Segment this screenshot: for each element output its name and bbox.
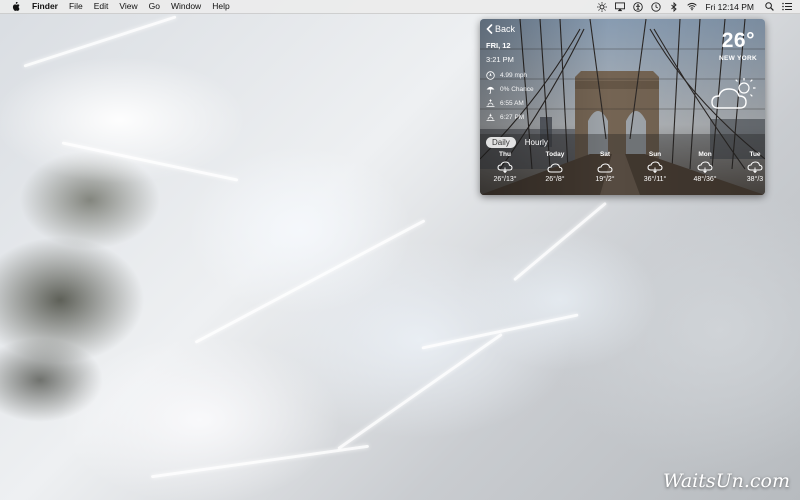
forecast-day: Thu 26°/13°	[480, 151, 530, 193]
sun-weather-icon[interactable]	[597, 1, 608, 12]
wind-value: 4.99 mph	[500, 72, 528, 79]
apple-logo-icon[interactable]	[11, 2, 20, 11]
menu-clock[interactable]: Fri 12:14 PM	[705, 2, 754, 12]
frost-branch	[513, 201, 607, 282]
weather-date: FRI, 12	[486, 41, 511, 50]
forecast-day-range: 36°/11°	[643, 176, 667, 183]
menu-edit[interactable]: Edit	[94, 0, 109, 13]
rain-cloud-icon	[747, 161, 763, 174]
sunset-value: 6:27 PM	[500, 114, 525, 121]
chevron-left-icon	[486, 24, 493, 34]
frost-branch	[194, 219, 426, 344]
sunset-row: 6:27 PM	[486, 113, 524, 122]
frost-branch	[61, 141, 239, 182]
partly-cloudy-icon	[711, 78, 756, 109]
weather-panel: Back FRI, 12 3:21 PM 4.99 mph 0% Chance …	[480, 19, 765, 195]
forecast-day-range: 48°/36°	[693, 176, 717, 183]
sunrise-value: 6:55 AM	[500, 100, 524, 107]
notification-center-icon[interactable]	[782, 2, 792, 12]
wind-icon	[486, 71, 495, 80]
forecast-tabs: Daily Hourly	[486, 136, 557, 148]
rain-cloud-icon	[697, 161, 713, 174]
forecast-day-name: Sat	[599, 151, 611, 158]
sunrise-icon	[486, 99, 495, 108]
forecast-day-name: Tue	[749, 151, 761, 158]
menu-view[interactable]: View	[119, 0, 137, 13]
precip-value: 0% Chance	[500, 86, 534, 93]
city-name: NEW YORK	[718, 55, 757, 62]
accessibility-icon[interactable]	[633, 1, 644, 12]
rain-cloud-icon	[497, 161, 513, 174]
menu-app-name[interactable]: Finder	[32, 0, 58, 13]
menu-help[interactable]: Help	[212, 0, 229, 13]
forecast-day: Today 26°/8°	[530, 151, 580, 193]
current-temperature: 26°	[721, 29, 755, 52]
forecast-section: Daily Hourly Thu 26°/13° Today 26°/8° Sa…	[480, 134, 765, 195]
forecast-day-range: 19°/2°	[595, 176, 615, 183]
watermark: WaitsUn.com	[662, 470, 790, 492]
sunrise-row: 6:55 AM	[486, 99, 524, 108]
frost-branch	[337, 332, 503, 451]
weather-time: 3:21 PM	[486, 55, 514, 64]
forecast-day-range: 38°/3	[746, 176, 764, 183]
forecast-day: Tue 38°/3	[730, 151, 765, 193]
airplay-icon[interactable]	[615, 1, 626, 12]
cloud-icon	[597, 163, 613, 173]
forecast-day-range: 26°/13°	[493, 176, 517, 183]
wifi-icon[interactable]	[687, 2, 698, 12]
frost-branch	[23, 15, 177, 68]
tab-hourly[interactable]: Hourly	[519, 137, 554, 148]
back-label: Back	[495, 24, 516, 34]
menu-window[interactable]: Window	[171, 0, 201, 13]
forecast-day-name: Today	[545, 151, 565, 158]
forecast-day-name: Sun	[648, 151, 662, 158]
frost-branch	[421, 313, 579, 350]
cloud-icon	[547, 163, 563, 173]
spotlight-search-icon[interactable]	[764, 2, 774, 12]
rain-cloud-icon	[647, 161, 663, 174]
umbrella-icon	[486, 85, 495, 94]
precip-row: 0% Chance	[486, 85, 534, 94]
time-machine-icon[interactable]	[651, 1, 661, 12]
back-button[interactable]: Back	[486, 24, 515, 34]
status-area: Fri 12:14 PM	[597, 0, 800, 13]
wind-row: 4.99 mph	[486, 71, 527, 80]
forecast-day-range: 26°/8°	[545, 176, 565, 183]
forecast-day-name: Thu	[499, 151, 511, 158]
forecast-day-name: Mon	[698, 151, 712, 158]
daily-forecast-list: Thu 26°/13° Today 26°/8° Sat 19°/2° Sun …	[480, 151, 765, 193]
menu-go[interactable]: Go	[149, 0, 160, 13]
forecast-day: Sun 36°/11°	[630, 151, 680, 193]
frost-branch	[150, 444, 370, 479]
sunset-icon	[486, 113, 495, 122]
tab-daily[interactable]: Daily	[486, 136, 516, 148]
menu-bar: Finder File Edit View Go Window Help Fri…	[0, 0, 800, 14]
bluetooth-icon[interactable]	[669, 1, 679, 12]
forecast-day: Sat 19°/2°	[580, 151, 630, 193]
menu-file[interactable]: File	[69, 0, 83, 13]
forecast-day: Mon 48°/36°	[680, 151, 730, 193]
